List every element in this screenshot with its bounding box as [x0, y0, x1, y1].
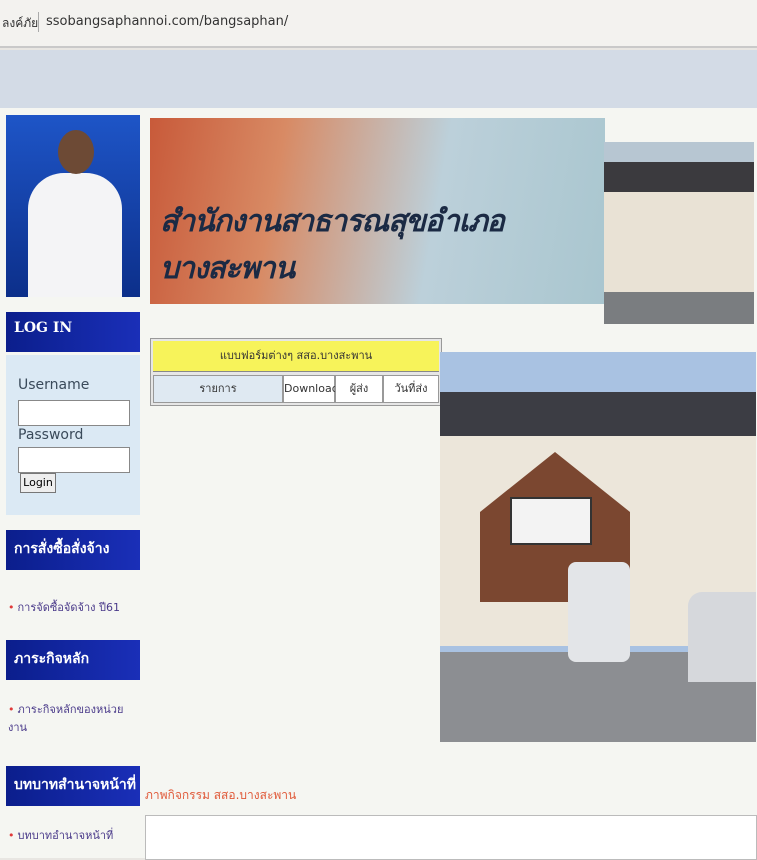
person-body — [28, 173, 122, 297]
login-header: LOG IN — [6, 312, 140, 352]
procurement-link[interactable]: • การจัดซื้อจัดจ้าง ปี61 — [8, 598, 120, 616]
authority-link[interactable]: • บทบาทอำนาจหน้าที่ — [8, 826, 113, 844]
authority-header: บทบาทสำนาจหน้าที่ — [6, 766, 140, 806]
mission-link-text[interactable]: ภาระกิจหลักของหน่วยงาน — [8, 703, 123, 734]
mission-header: ภาระกิจหลัก — [6, 640, 140, 680]
procurement-link-text[interactable]: การจัดซื้อจัดจ้าง ปี61 — [18, 601, 120, 614]
forms-col-item: รายการ — [153, 375, 283, 403]
bullet-icon: • — [8, 703, 15, 716]
ground — [604, 292, 754, 324]
forms-col-download: Download — [283, 375, 339, 403]
wall — [604, 192, 754, 292]
person-head — [58, 130, 94, 174]
username-label: Username — [18, 377, 90, 393]
header-banner: สำนักงานสาธารณสุขอำเภอบางสะพาน — [150, 118, 605, 304]
tab-label[interactable]: ลงค์ภัย — [2, 14, 38, 33]
procurement-header-text: การสั่งซื้อสั่งจ้าง — [14, 541, 110, 557]
roof — [604, 162, 754, 192]
username-field[interactable] — [18, 400, 130, 426]
office-building-photo — [440, 352, 756, 742]
forms-table: แบบฟอร์มต่างๆ สสอ.บางสะพาน รายการ Downlo… — [150, 338, 442, 406]
director-photo — [6, 115, 140, 297]
site-title: สำนักงานสาธารณสุขอำเภอบางสะพาน — [160, 204, 505, 286]
divider — [38, 12, 39, 32]
activity-gallery — [145, 815, 757, 860]
pickup-truck — [568, 562, 630, 662]
toolbar-strip — [0, 50, 757, 108]
login-panel: Username Password Login — [6, 355, 140, 515]
authority-link-text[interactable]: บทบาทอำนาจหน้าที่ — [18, 829, 114, 842]
mission-link[interactable]: • ภาระกิจหลักของหน่วยงาน — [8, 700, 138, 736]
password-label: Password — [18, 427, 84, 443]
password-field[interactable] — [18, 447, 130, 473]
mission-header-text: ภาระกิจหลัก — [14, 651, 90, 667]
office-sign — [510, 497, 592, 545]
forms-table-title: แบบฟอร์มต่างๆ สสอ.บางสะพาน — [153, 341, 439, 372]
forms-col-sender: ผู้ส่ง — [335, 375, 383, 403]
address-bar[interactable]: ลงค์ภัย ssobangsaphannoi.com/bangsaphan/ — [0, 0, 757, 48]
login-button[interactable]: Login — [20, 473, 56, 493]
banner-building-photo — [604, 142, 754, 324]
url-text[interactable]: ssobangsaphannoi.com/bangsaphan/ — [46, 14, 288, 29]
login-header-text: LOG IN — [14, 320, 73, 336]
authority-header-text: บทบาทสำนาจหน้าที่ — [14, 777, 137, 793]
procurement-header: การสั่งซื้อสั่งจ้าง — [6, 530, 140, 570]
bullet-icon: • — [8, 601, 15, 614]
bullet-icon: • — [8, 829, 15, 842]
sedan — [688, 592, 756, 682]
roof — [440, 392, 756, 436]
forms-col-date: วันที่ส่ง — [383, 375, 439, 403]
activity-heading: ภาพกิจกรรม สสอ.บางสะพาน — [145, 788, 297, 802]
